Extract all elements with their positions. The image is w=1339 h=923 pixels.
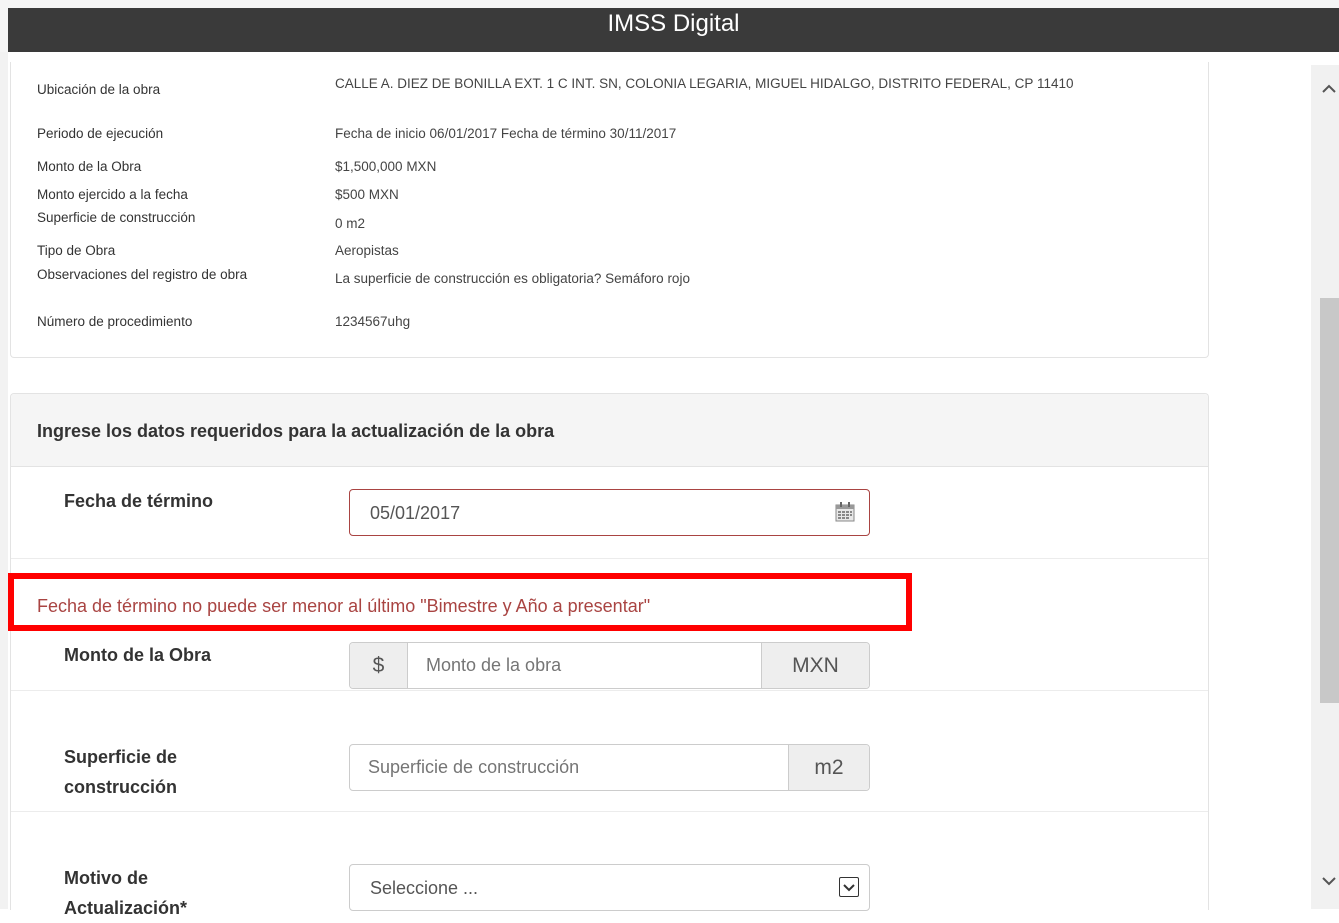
app-title: IMSS Digital [607, 10, 740, 37]
motivo-label-line2: Actualización* [64, 898, 188, 918]
superficie-label: Superficie de construcción [64, 742, 177, 802]
obra-info-panel: Ubicación de la obra CALLE A. DIEZ DE BO… [10, 62, 1209, 358]
fecha-termino-value: 05/01/2017 [370, 503, 461, 523]
superficie-label-line1: Superficie de [64, 747, 178, 767]
motivo-select[interactable]: Seleccione ... [349, 864, 870, 911]
info-label: Periodo de ejecución [37, 126, 164, 141]
superficie-input[interactable] [350, 745, 788, 790]
error-highlight-box [8, 573, 912, 631]
app-header: IMSS Digital [0, 0, 1339, 52]
header-bar: IMSS Digital [8, 8, 1339, 52]
info-value: $1,500,000 MXN [335, 159, 437, 174]
divider [11, 811, 1208, 812]
info-label: Superficie de construcción [37, 210, 196, 225]
scrollbar-thumb[interactable] [1320, 298, 1339, 703]
motivo-label-line1: Motivo de [64, 868, 148, 888]
m2-addon: m2 [788, 745, 869, 790]
monto-input[interactable] [408, 643, 760, 688]
divider [11, 690, 1208, 691]
info-value: 1234567uhg [335, 314, 411, 329]
monto-input-group: $ MXN [349, 642, 870, 689]
monto-label: Monto de la Obra [64, 645, 212, 665]
chevron-down-icon[interactable] [839, 877, 859, 897]
info-value: Fecha de inicio 06/01/2017 Fecha de térm… [335, 126, 677, 141]
fecha-termino-label: Fecha de término [64, 491, 214, 511]
mxn-addon: MXN [761, 643, 869, 688]
motivo-selected-value: Seleccione ... [370, 878, 479, 898]
info-value: $500 MXN [335, 187, 399, 202]
scroll-up-icon[interactable] [1318, 82, 1339, 102]
scroll-down-icon[interactable] [1318, 874, 1339, 894]
divider [11, 558, 1208, 559]
info-label: Tipo de Obra [37, 243, 116, 258]
superficie-label-line2: construcción [64, 777, 178, 797]
info-label: Número de procedimiento [37, 314, 193, 329]
info-label: Observaciones del registro de obra [37, 267, 248, 282]
info-label: Ubicación de la obra [37, 82, 161, 97]
info-value: 0 m2 [335, 216, 366, 231]
form-title: Ingrese los datos requeridos para la act… [37, 421, 555, 441]
left-gutter [0, 52, 8, 909]
info-value: La superficie de construcción es obligat… [335, 271, 690, 286]
info-value: CALLE A. DIEZ DE BONILLA EXT. 1 C INT. S… [335, 76, 1074, 91]
superficie-input-group: m2 [349, 744, 870, 791]
info-label: Monto ejercido a la fecha [37, 187, 188, 202]
motivo-label: Motivo de Actualización* [64, 863, 187, 923]
info-value: Aeropistas [335, 243, 399, 258]
currency-addon: $ [350, 643, 408, 688]
fecha-termino-input[interactable]: 05/01/2017 [349, 489, 870, 536]
calendar-icon[interactable] [835, 502, 855, 522]
update-form-panel: Ingrese los datos requeridos para la act… [10, 393, 1209, 918]
form-header: Ingrese los datos requeridos para la act… [11, 394, 1208, 467]
info-label: Monto de la Obra [37, 159, 142, 174]
